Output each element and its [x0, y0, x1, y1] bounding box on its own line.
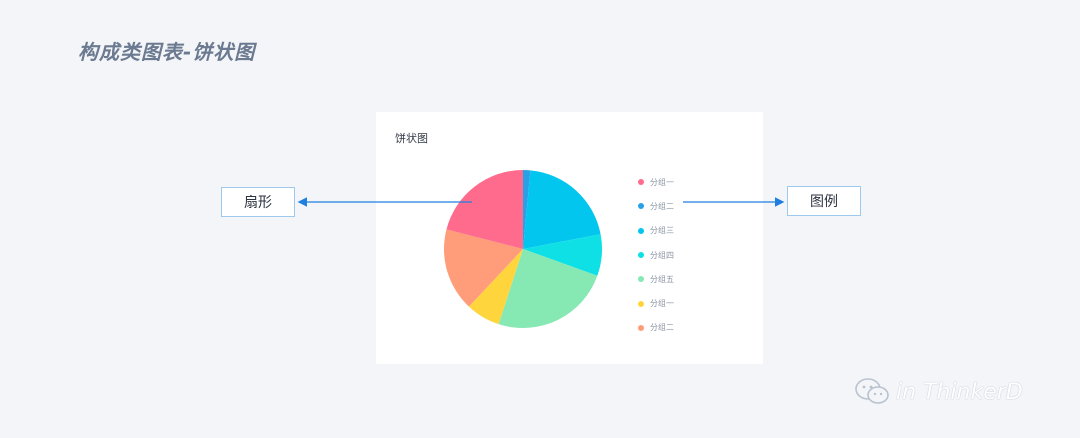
legend-callout: 图例: [787, 186, 861, 216]
sector-callout: 扇形: [221, 187, 295, 217]
watermark: in ThinkerD: [854, 377, 1023, 407]
callout-arrows: [297, 197, 785, 207]
wechat-icon: [855, 378, 889, 404]
watermark-text: in ThinkerD: [896, 379, 1023, 405]
